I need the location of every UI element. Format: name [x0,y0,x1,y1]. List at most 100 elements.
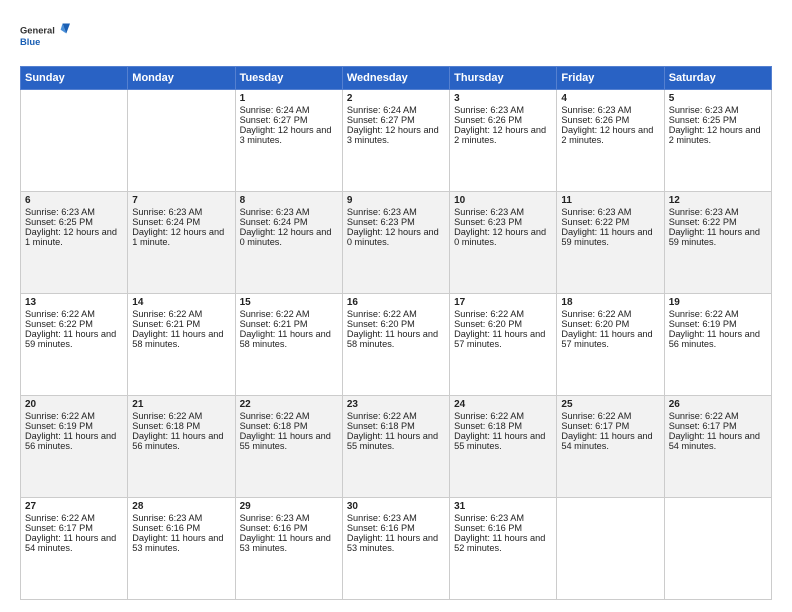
day-number: 22 [240,399,338,410]
day-number: 27 [25,501,123,512]
weekday-header-thursday: Thursday [450,67,557,90]
day-cell: 29Sunrise: 6:23 AMSunset: 6:16 PMDayligh… [235,498,342,600]
day-info: Daylight: 11 hours and 56 minutes. [669,329,767,349]
day-info: Sunset: 6:25 PM [25,217,123,227]
day-cell: 23Sunrise: 6:22 AMSunset: 6:18 PMDayligh… [342,396,449,498]
day-info: Sunrise: 6:22 AM [561,309,659,319]
day-cell: 27Sunrise: 6:22 AMSunset: 6:17 PMDayligh… [21,498,128,600]
day-info: Daylight: 11 hours and 54 minutes. [561,431,659,451]
day-info: Sunrise: 6:22 AM [25,411,123,421]
day-number: 28 [132,501,230,512]
day-info: Sunset: 6:27 PM [240,115,338,125]
day-info: Sunrise: 6:22 AM [347,309,445,319]
day-info: Sunset: 6:27 PM [347,115,445,125]
page: General Blue SundayMondayTuesdayWednesda… [0,0,792,612]
day-info: Sunset: 6:19 PM [669,319,767,329]
day-cell: 6Sunrise: 6:23 AMSunset: 6:25 PMDaylight… [21,192,128,294]
day-info: Sunrise: 6:22 AM [132,309,230,319]
day-info: Sunset: 6:20 PM [454,319,552,329]
day-info: Sunset: 6:16 PM [347,523,445,533]
week-row-4: 20Sunrise: 6:22 AMSunset: 6:19 PMDayligh… [21,396,772,498]
day-info: Sunrise: 6:22 AM [347,411,445,421]
day-info: Sunrise: 6:22 AM [240,309,338,319]
day-cell: 12Sunrise: 6:23 AMSunset: 6:22 PMDayligh… [664,192,771,294]
day-info: Sunset: 6:19 PM [25,421,123,431]
day-info: Sunset: 6:17 PM [561,421,659,431]
day-info: Daylight: 11 hours and 55 minutes. [347,431,445,451]
day-info: Daylight: 11 hours and 53 minutes. [347,533,445,553]
day-cell: 14Sunrise: 6:22 AMSunset: 6:21 PMDayligh… [128,294,235,396]
day-cell: 15Sunrise: 6:22 AMSunset: 6:21 PMDayligh… [235,294,342,396]
day-number: 25 [561,399,659,410]
weekday-header-monday: Monday [128,67,235,90]
day-info: Sunrise: 6:22 AM [669,309,767,319]
day-info: Sunset: 6:23 PM [347,217,445,227]
day-info: Sunrise: 6:24 AM [240,105,338,115]
day-info: Sunset: 6:24 PM [240,217,338,227]
day-number: 30 [347,501,445,512]
day-info: Sunrise: 6:22 AM [454,309,552,319]
day-cell: 9Sunrise: 6:23 AMSunset: 6:23 PMDaylight… [342,192,449,294]
day-info: Sunset: 6:23 PM [454,217,552,227]
day-number: 12 [669,195,767,206]
day-number: 2 [347,93,445,104]
day-info: Sunset: 6:25 PM [669,115,767,125]
day-number: 16 [347,297,445,308]
day-cell: 22Sunrise: 6:22 AMSunset: 6:18 PMDayligh… [235,396,342,498]
day-cell: 11Sunrise: 6:23 AMSunset: 6:22 PMDayligh… [557,192,664,294]
day-info: Sunrise: 6:23 AM [240,513,338,523]
day-info: Sunset: 6:16 PM [240,523,338,533]
day-number: 18 [561,297,659,308]
day-info: Daylight: 11 hours and 58 minutes. [132,329,230,349]
day-info: Daylight: 11 hours and 59 minutes. [561,227,659,247]
day-number: 5 [669,93,767,104]
day-number: 13 [25,297,123,308]
day-info: Sunset: 6:22 PM [561,217,659,227]
day-info: Sunset: 6:16 PM [454,523,552,533]
day-number: 20 [25,399,123,410]
day-info: Daylight: 12 hours and 2 minutes. [669,125,767,145]
week-row-2: 6Sunrise: 6:23 AMSunset: 6:25 PMDaylight… [21,192,772,294]
day-info: Sunrise: 6:23 AM [454,207,552,217]
day-info: Sunset: 6:26 PM [454,115,552,125]
day-cell: 7Sunrise: 6:23 AMSunset: 6:24 PMDaylight… [128,192,235,294]
day-info: Sunset: 6:20 PM [347,319,445,329]
calendar-table: SundayMondayTuesdayWednesdayThursdayFrid… [20,66,772,600]
day-info: Daylight: 11 hours and 56 minutes. [25,431,123,451]
day-info: Sunset: 6:18 PM [240,421,338,431]
day-info: Daylight: 12 hours and 3 minutes. [347,125,445,145]
day-cell: 24Sunrise: 6:22 AMSunset: 6:18 PMDayligh… [450,396,557,498]
day-number: 26 [669,399,767,410]
day-info: Sunrise: 6:24 AM [347,105,445,115]
day-number: 23 [347,399,445,410]
day-info: Sunrise: 6:23 AM [561,207,659,217]
weekday-header-saturday: Saturday [664,67,771,90]
svg-text:General: General [20,26,55,36]
day-info: Sunset: 6:22 PM [669,217,767,227]
logo-svg: General Blue [20,16,70,56]
day-info: Sunset: 6:20 PM [561,319,659,329]
day-info: Sunrise: 6:23 AM [561,105,659,115]
day-info: Daylight: 11 hours and 57 minutes. [561,329,659,349]
day-number: 8 [240,195,338,206]
day-cell: 2Sunrise: 6:24 AMSunset: 6:27 PMDaylight… [342,90,449,192]
day-number: 21 [132,399,230,410]
day-info: Daylight: 11 hours and 53 minutes. [132,533,230,553]
day-info: Daylight: 11 hours and 55 minutes. [240,431,338,451]
day-info: Sunset: 6:17 PM [669,421,767,431]
day-info: Daylight: 11 hours and 54 minutes. [669,431,767,451]
day-cell: 16Sunrise: 6:22 AMSunset: 6:20 PMDayligh… [342,294,449,396]
day-info: Daylight: 12 hours and 1 minute. [132,227,230,247]
day-info: Sunrise: 6:22 AM [25,309,123,319]
day-info: Sunrise: 6:22 AM [240,411,338,421]
day-info: Daylight: 12 hours and 0 minutes. [454,227,552,247]
weekday-header-sunday: Sunday [21,67,128,90]
day-number: 1 [240,93,338,104]
day-cell [21,90,128,192]
day-info: Sunrise: 6:23 AM [669,105,767,115]
day-cell: 4Sunrise: 6:23 AMSunset: 6:26 PMDaylight… [557,90,664,192]
day-cell: 31Sunrise: 6:23 AMSunset: 6:16 PMDayligh… [450,498,557,600]
day-info: Daylight: 11 hours and 52 minutes. [454,533,552,553]
day-info: Daylight: 11 hours and 59 minutes. [669,227,767,247]
day-info: Sunrise: 6:23 AM [454,105,552,115]
